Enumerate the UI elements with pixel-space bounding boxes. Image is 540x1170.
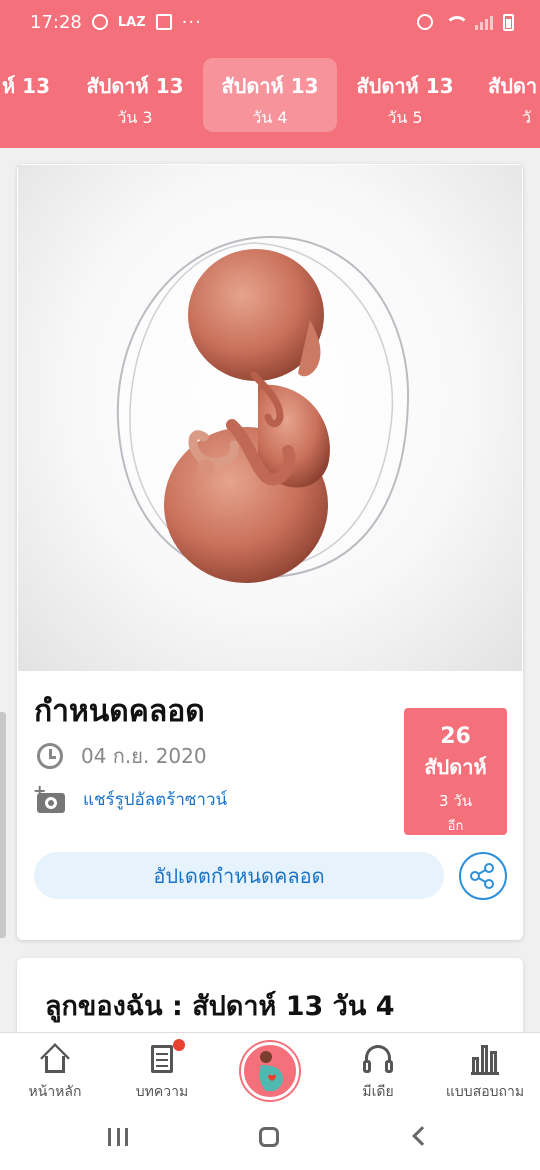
wifi-icon (443, 14, 469, 30)
countdown-days: 3 วัน (439, 792, 472, 810)
day-selector: ห์ 13 2 สัปดาห์ 13 วัน 3 สัปดาห์ 13 วัน … (0, 44, 540, 148)
nav-survey[interactable]: แบบสอบถาม (430, 1043, 540, 1103)
day-tab-4[interactable]: สัปดาห์ 13 วัน 4 (203, 58, 337, 132)
instagram-icon (91, 14, 108, 30)
day-tab-week: สัปดาห์ 13 (221, 74, 319, 98)
more-notifications-icon: ··· (181, 11, 202, 33)
article-icon (145, 1039, 185, 1075)
day-tab-day: วัน 5 (387, 108, 423, 127)
countdown-weeks: 26 (440, 724, 471, 749)
system-nav-bar (0, 1108, 540, 1170)
share-button[interactable] (459, 852, 507, 900)
lazada-icon: LAZ (117, 14, 146, 30)
poll-icon (468, 1043, 502, 1075)
share-ultrasound-row[interactable]: + แชร์รูปอัลตร้าซาวน์ (33, 781, 227, 813)
due-date-row: 04 ก.ย. 2020 (37, 740, 207, 772)
countdown-unit: สัปดาห์ (424, 755, 487, 779)
edge-panel-handle[interactable] (0, 712, 6, 938)
home-button[interactable] (259, 1127, 279, 1147)
day-tab-day: วั (522, 108, 531, 127)
due-date-card: กำหนดคลอด 04 ก.ย. 2020 + แชร์รูปอัลตร้าซ… (17, 164, 523, 940)
status-bar: 17:28 LAZ ··· (0, 0, 540, 44)
day-tab-5[interactable]: สัปดาห์ 13 วัน 5 (338, 58, 472, 132)
day-tab-2[interactable]: ห์ 13 2 (0, 58, 50, 132)
notification-dot (173, 1039, 185, 1051)
bottom-nav: หน้าหลัก บทความ มีเดีย แบบสอบถาม (0, 1032, 540, 1108)
countdown-suffix: อีก (447, 819, 464, 834)
day-tab-day: 2 (0, 106, 50, 125)
nav-articles[interactable]: บทความ (107, 1039, 217, 1103)
day-tab-6[interactable]: สัปดา วั (488, 58, 540, 132)
signal-icon (475, 14, 493, 30)
headphones-icon (361, 1043, 395, 1075)
recent-apps-button[interactable] (108, 1128, 128, 1148)
update-due-date-button[interactable]: อัปเดตกำหนดคลอด (34, 852, 444, 899)
back-button[interactable] (412, 1126, 432, 1146)
nav-home-label: หน้าหลัก (28, 1084, 82, 1100)
my-baby-title: ลูกของฉัน : สัปดาห์ 13 วัน 4 (45, 991, 395, 1022)
nav-articles-label: บทความ (135, 1084, 189, 1100)
fetus-illustration[interactable] (18, 165, 522, 671)
share-ultrasound-link[interactable]: แชร์รูปอัลตร้าซาวน์ (83, 786, 227, 813)
battery-icon (503, 13, 514, 31)
gallery-icon (155, 14, 172, 30)
nav-home[interactable]: หน้าหลัก (0, 1043, 110, 1103)
due-date-value: 04 ก.ย. 2020 (81, 744, 207, 768)
nav-media[interactable]: มีเดีย (323, 1043, 433, 1103)
day-tab-week: สัปดาห์ 13 (356, 74, 454, 98)
day-tab-3[interactable]: สัปดาห์ 13 วัน 3 (68, 58, 202, 132)
nav-media-label: มีเดีย (362, 1084, 394, 1100)
status-time: 17:28 (30, 11, 82, 33)
home-icon (38, 1043, 72, 1075)
share-icon (470, 863, 494, 889)
due-date-title: กำหนดคลอด (34, 694, 205, 729)
alarm-clock-icon (37, 743, 63, 769)
pregnancy-icon (259, 1051, 283, 1091)
alarm-icon (417, 14, 433, 30)
day-tab-day: วัน 4 (252, 108, 288, 127)
pregnancy-button[interactable] (241, 1042, 299, 1100)
day-tab-week: สัปดาห์ 13 (86, 74, 184, 98)
day-tab-week: สัปดา (488, 74, 538, 98)
day-tab-day: วัน 3 (117, 108, 153, 127)
nav-survey-label: แบบสอบถาม (445, 1084, 525, 1100)
add-photo-icon: + (33, 781, 65, 813)
countdown-badge: 26 สัปดาห์ 3 วัน อีก (404, 708, 507, 835)
day-tab-week: ห์ 13 (2, 74, 50, 98)
